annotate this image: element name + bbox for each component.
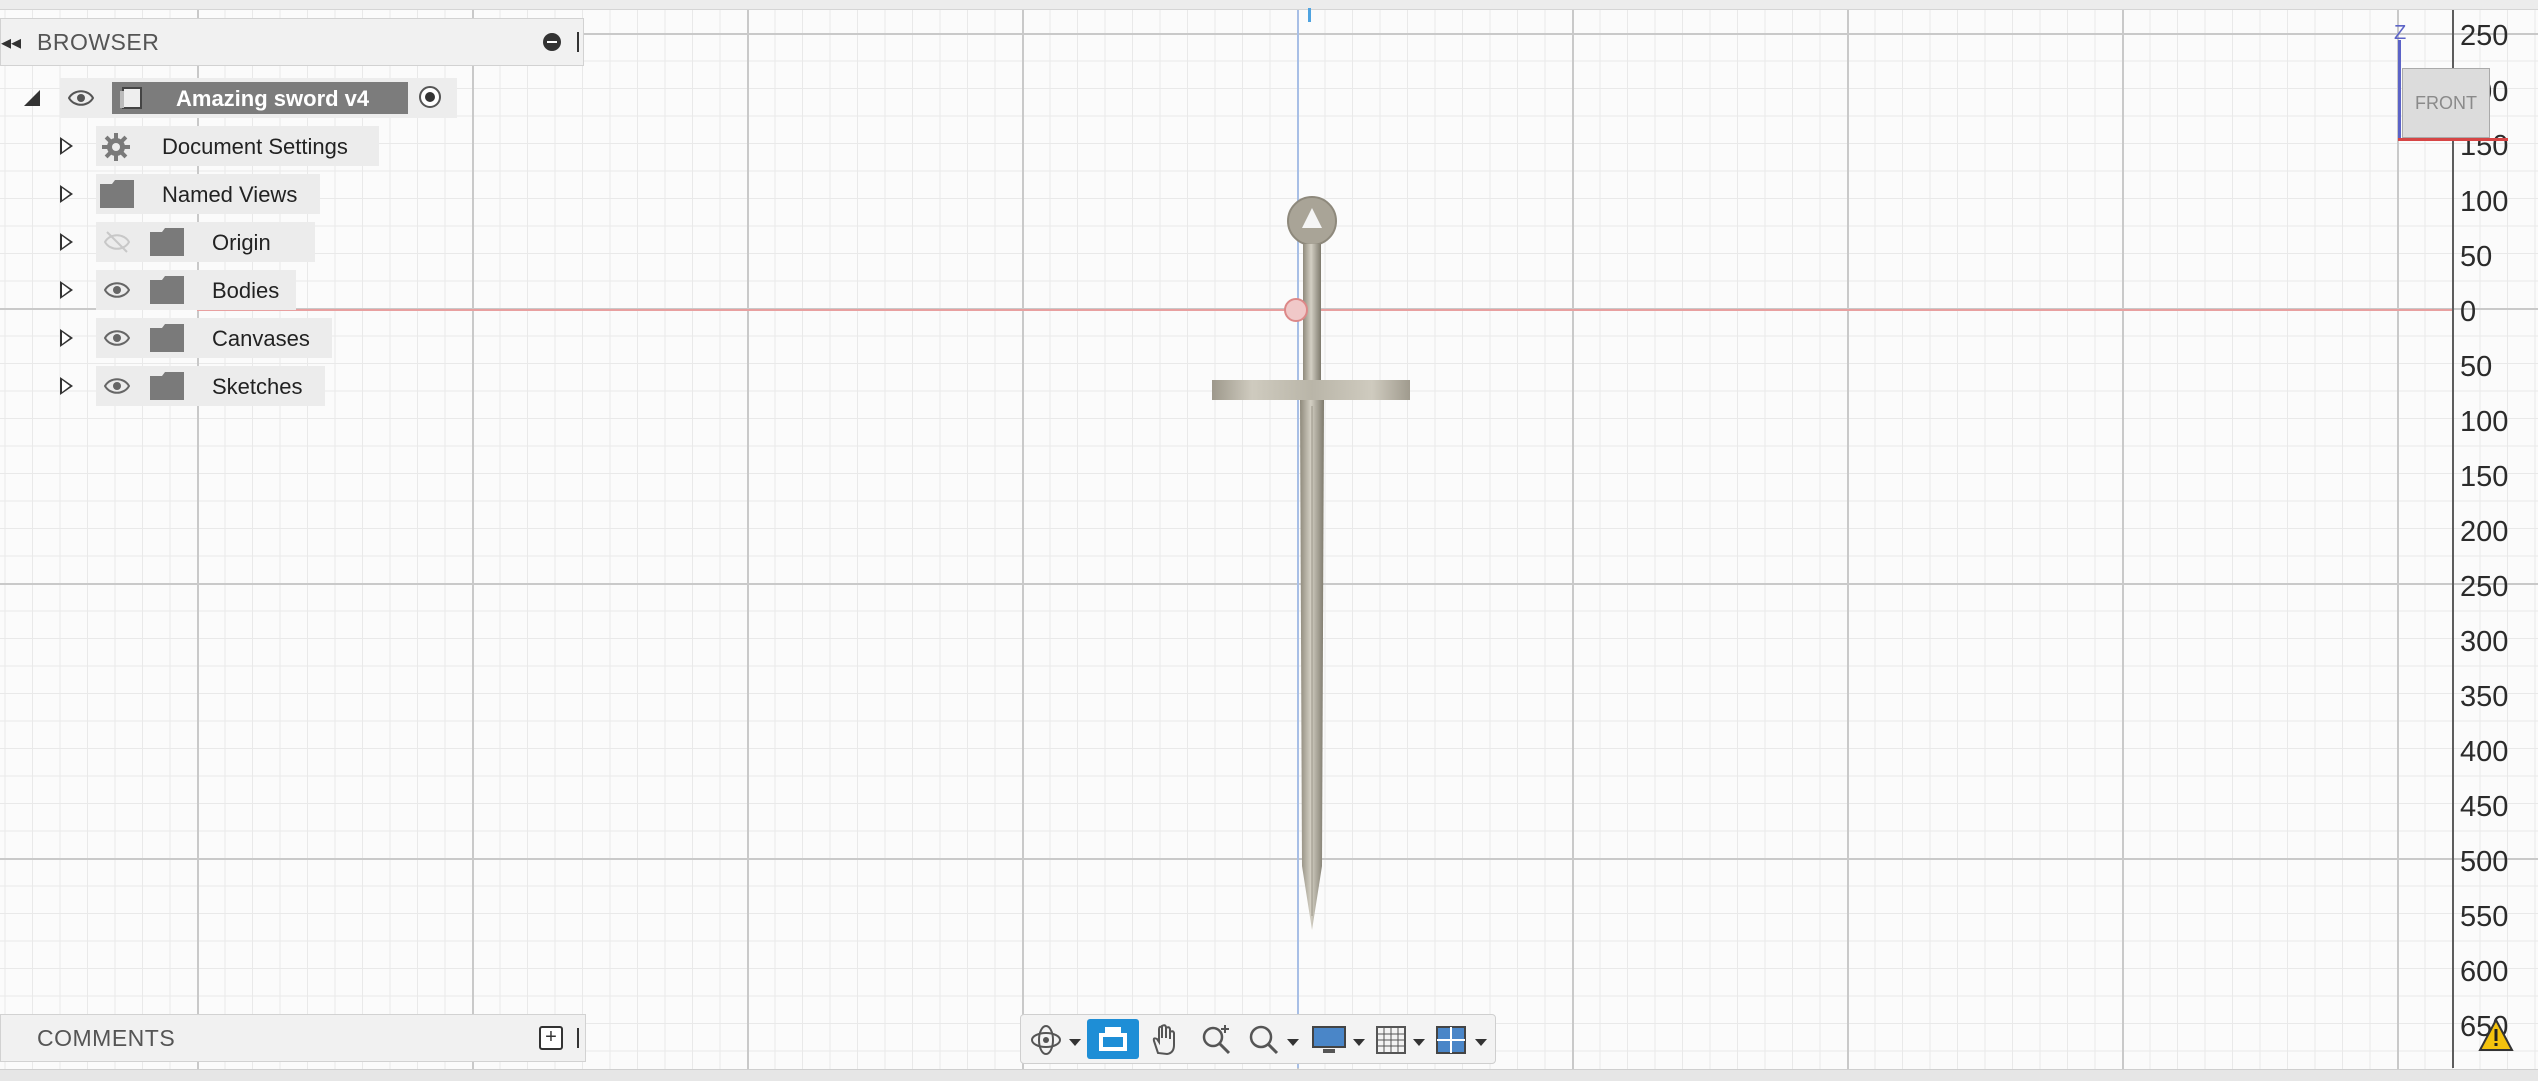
axis-marker: [1308, 8, 1311, 22]
gear-icon: [102, 133, 130, 161]
ruler-tick: 450: [2460, 791, 2509, 823]
vertical-ruler: 250 200 150 100 50 0 50 100 150 200 250 …: [2452, 10, 2538, 1068]
eye-icon[interactable]: [68, 85, 94, 111]
expanded-triangle-icon[interactable]: [24, 90, 40, 106]
fit-button[interactable]: [1243, 1019, 1303, 1059]
browser-header: ◂◂ BROWSER: [0, 18, 584, 66]
ruler-tick: 50: [2460, 351, 2493, 383]
ruler-tick: 400: [2460, 736, 2509, 768]
tree-item-label: Document Settings: [162, 134, 348, 159]
zoom-icon: [1202, 1025, 1231, 1055]
expand-triangle-icon[interactable]: [60, 185, 73, 203]
comments-panel: COMMENTS +: [0, 1014, 586, 1062]
component-icon: [120, 87, 142, 109]
ruler-tick: 550: [2460, 901, 2509, 933]
fit-icon: [1249, 1025, 1279, 1055]
pan-button[interactable]: [1143, 1019, 1189, 1059]
ruler-tick: 50: [2460, 241, 2493, 273]
look-at-icon: [1099, 1027, 1127, 1051]
expand-triangle-icon[interactable]: [60, 281, 73, 299]
folder-icon: [100, 180, 134, 208]
ruler-tick: 600: [2460, 956, 2509, 988]
browser-item-canvases[interactable]: Canvases: [0, 318, 400, 358]
ruler-tick: 150: [2460, 461, 2509, 493]
orbit-icon: [1031, 1025, 1061, 1055]
browser-item-named-views[interactable]: Named Views: [0, 174, 400, 214]
browser-root-item[interactable]: Amazing sword v4: [0, 78, 584, 118]
minimize-icon[interactable]: [543, 33, 561, 51]
tree-item-label: Bodies: [212, 278, 280, 303]
folder-icon: [150, 372, 184, 400]
view-cube-front-face[interactable]: FRONT: [2402, 68, 2490, 138]
chevron-down-icon[interactable]: [1287, 1039, 1299, 1046]
panel-grip-icon[interactable]: [577, 1028, 582, 1048]
folder-icon: [150, 228, 184, 256]
view-cube-x-axis: [2398, 138, 2508, 141]
eye-icon[interactable]: [104, 277, 130, 303]
activate-radio-icon[interactable]: [419, 86, 441, 108]
eye-icon[interactable]: [104, 325, 130, 351]
zoom-button[interactable]: [1193, 1019, 1239, 1059]
ruler-tick: 500: [2460, 846, 2509, 878]
comments-title: COMMENTS: [37, 1025, 176, 1051]
ruler-tick: 0: [2460, 296, 2477, 328]
navigation-toolbar: [1020, 1014, 1496, 1064]
top-edge: [0, 0, 2538, 10]
ruler-tick: 100: [2460, 186, 2509, 218]
grid-snap-icon: [1376, 1026, 1406, 1054]
root-component-label: Amazing sword v4: [176, 86, 370, 111]
crossguard: [1212, 380, 1410, 400]
warning-icon[interactable]: [2478, 1018, 2514, 1052]
browser-title: BROWSER: [37, 29, 160, 55]
sword-model[interactable]: [1210, 196, 1410, 936]
ruler-tick: 200: [2460, 516, 2509, 548]
tree-item-label: Named Views: [162, 182, 298, 207]
bottom-edge: [0, 1069, 2538, 1081]
browser-item-bodies[interactable]: Bodies: [0, 270, 400, 310]
ruler-tick: 250: [2460, 571, 2509, 603]
folder-icon: [150, 324, 184, 352]
look-at-button[interactable]: [1087, 1019, 1139, 1059]
eye-hidden-icon[interactable]: [104, 229, 130, 255]
browser-item-document-settings[interactable]: Document Settings: [0, 126, 400, 166]
tree-item-label: Sketches: [212, 374, 303, 399]
chevron-down-icon[interactable]: [1353, 1039, 1365, 1046]
viewports-button[interactable]: [1431, 1019, 1491, 1059]
expand-triangle-icon[interactable]: [60, 233, 73, 251]
view-cube[interactable]: FRONT Z: [2394, 22, 2508, 150]
display-settings-button[interactable]: [1307, 1019, 1369, 1059]
expand-triangle-icon[interactable]: [60, 137, 73, 155]
viewports-icon: [1436, 1026, 1466, 1054]
collapse-panel-icon[interactable]: ◂◂: [1, 30, 21, 55]
ruler-tick: 350: [2460, 681, 2509, 713]
panel-grip-icon[interactable]: [577, 32, 582, 52]
ruler-tick: 100: [2460, 406, 2509, 438]
browser-panel: ◂◂ BROWSER Amazing sword v4 Document Set…: [0, 18, 584, 423]
expand-triangle-icon[interactable]: [60, 377, 73, 395]
orbit-button[interactable]: [1027, 1019, 1087, 1059]
tree-item-label: Origin: [212, 230, 271, 255]
folder-icon: [150, 276, 184, 304]
eye-icon[interactable]: [104, 373, 130, 399]
chevron-down-icon[interactable]: [1413, 1039, 1425, 1046]
pan-icon: [1152, 1024, 1175, 1056]
view-cube-z-axis: [2398, 40, 2401, 140]
chevron-down-icon[interactable]: [1475, 1039, 1487, 1046]
tree-item-label: Canvases: [212, 326, 310, 351]
origin-marker: [1284, 298, 1308, 322]
display-settings-icon: [1312, 1026, 1346, 1053]
z-axis-label: Z: [2394, 22, 2407, 44]
ruler-tick: 300: [2460, 626, 2509, 658]
expand-triangle-icon[interactable]: [60, 329, 73, 347]
grid-snap-button[interactable]: [1371, 1019, 1429, 1059]
browser-item-origin[interactable]: Origin: [0, 222, 400, 262]
browser-item-sketches[interactable]: Sketches: [0, 366, 400, 406]
chevron-down-icon[interactable]: [1069, 1039, 1081, 1046]
add-comment-button[interactable]: +: [539, 1026, 563, 1050]
